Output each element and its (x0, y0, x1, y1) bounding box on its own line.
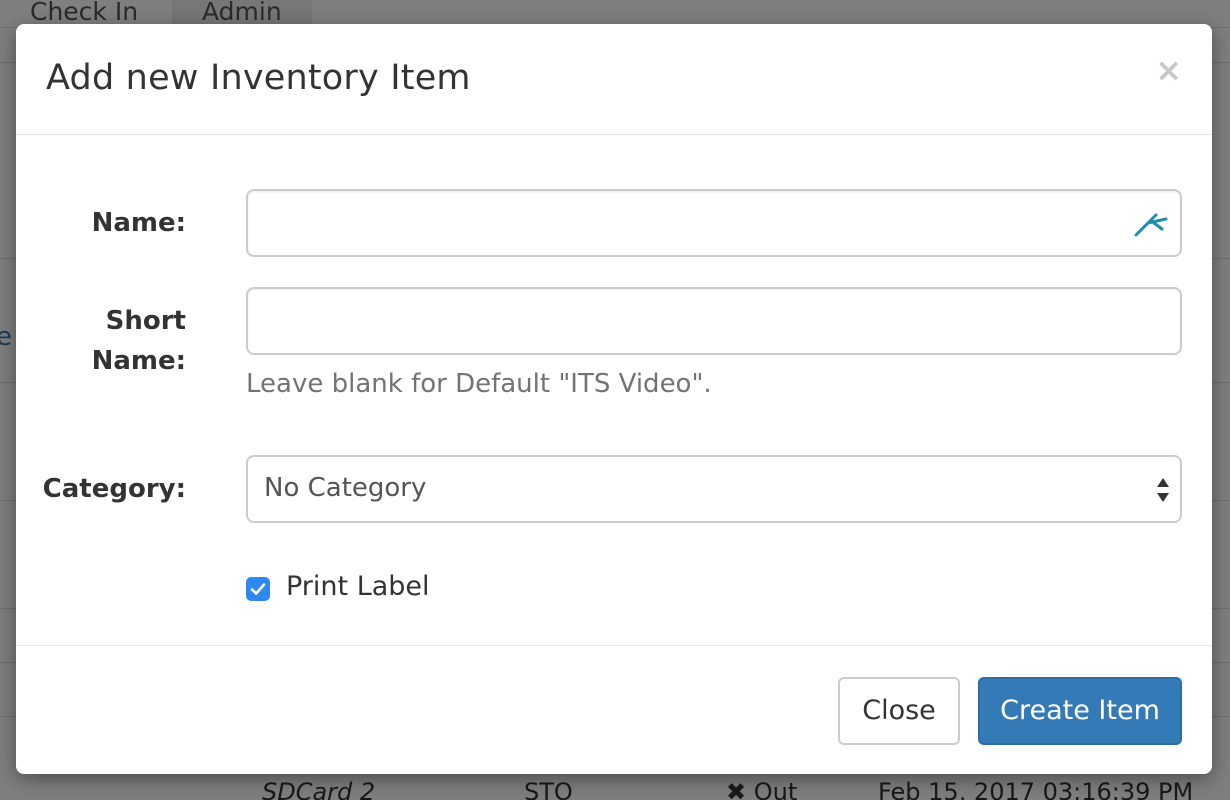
short-name-input[interactable] (246, 287, 1182, 355)
short-name-label-line1: Short (105, 306, 186, 336)
short-name-label-line2: Name: (91, 346, 186, 376)
category-select[interactable]: No Category (246, 455, 1182, 523)
print-label-checkbox[interactable] (246, 577, 270, 601)
name-input[interactable] (246, 189, 1182, 257)
category-label: Category: (42, 474, 186, 504)
updown-arrows-icon (1157, 478, 1169, 502)
password-manager-icon[interactable] (1134, 209, 1168, 237)
print-label-text[interactable]: Print Label (286, 571, 430, 602)
modal-footer: Close Create Item (16, 645, 1212, 774)
short-name-help-text: Leave blank for Default "ITS Video". (246, 369, 712, 399)
modal-header: Add new Inventory Item × (16, 24, 1212, 135)
modal-title: Add new Inventory Item (46, 58, 471, 98)
name-label: Name: (91, 208, 186, 238)
close-button[interactable]: Close (838, 677, 960, 745)
create-item-button[interactable]: Create Item (978, 677, 1182, 745)
add-inventory-item-modal: Add new Inventory Item × Name: Short Nam… (16, 24, 1212, 774)
checkmark-icon (250, 583, 266, 595)
category-select-value: No Category (264, 473, 427, 503)
close-icon[interactable]: × (1155, 52, 1182, 88)
modal-body: Name: Short Name: Leave blank for Defaul… (16, 135, 1212, 645)
